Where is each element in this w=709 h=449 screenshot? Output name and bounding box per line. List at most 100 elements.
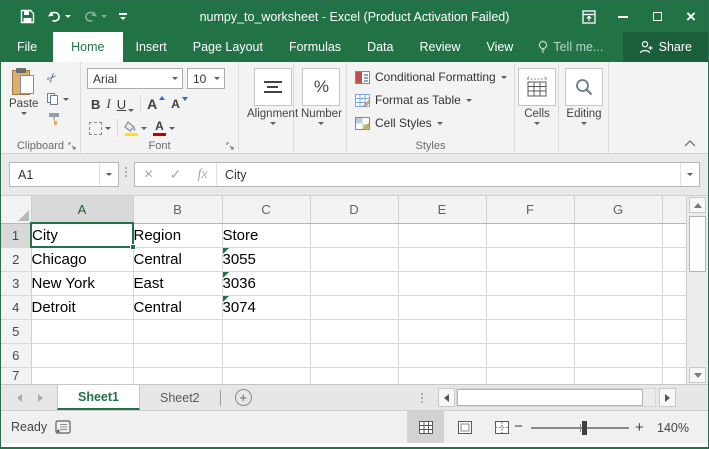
tab-view[interactable]: View (473, 32, 526, 62)
cell-C2[interactable]: 3055 (222, 247, 310, 271)
sheet-tab-sheet2[interactable]: Sheet2 (140, 385, 220, 410)
tab-home[interactable]: Home (53, 32, 122, 62)
row-header-3[interactable]: 3 (1, 271, 31, 295)
minimize-button[interactable] (606, 1, 640, 32)
row-header-7[interactable]: 7 (1, 367, 31, 384)
tell-me-box[interactable]: Tell me... (526, 32, 615, 62)
underline-button[interactable]: U (117, 97, 134, 112)
cell-A2[interactable]: Chicago (31, 247, 133, 271)
column-header-A[interactable]: A (31, 196, 133, 223)
zoom-slider[interactable] (531, 427, 629, 429)
qat-customize-button[interactable] (116, 11, 130, 22)
bold-button[interactable]: B (91, 97, 100, 112)
maximize-button[interactable] (640, 1, 674, 32)
zoom-level[interactable]: 140% (657, 421, 689, 435)
alignment-button[interactable]: Alignment (247, 68, 298, 125)
next-sheet-icon[interactable] (38, 394, 43, 402)
tab-page-layout[interactable]: Page Layout (180, 32, 276, 62)
cell-C1[interactable]: Store (222, 223, 310, 247)
close-button[interactable]: × (674, 1, 708, 32)
zoom-in-icon[interactable]: + (635, 419, 644, 436)
column-header-D[interactable]: D (310, 196, 398, 223)
cell-A4[interactable]: Detroit (31, 295, 133, 319)
column-header-E[interactable]: E (398, 196, 486, 223)
expand-formula-bar-icon[interactable] (681, 173, 699, 176)
paste-dropdown-icon[interactable] (21, 112, 27, 115)
vertical-scroll-thumb[interactable] (689, 216, 706, 272)
format-as-table-button[interactable]: Format as Table (355, 93, 472, 107)
scroll-left-icon[interactable] (438, 388, 455, 407)
redo-dropdown-icon[interactable] (101, 15, 107, 18)
column-header-F[interactable]: F (486, 196, 574, 223)
cell-A3[interactable]: New York (31, 271, 133, 295)
grow-font-button[interactable]: A (147, 96, 165, 112)
column-header-C[interactable]: C (222, 196, 310, 223)
horizontal-scrollbar[interactable] (456, 388, 656, 407)
formula-bar-resizer[interactable] (125, 167, 127, 177)
tab-insert[interactable]: Insert (123, 32, 180, 62)
macro-record-icon[interactable] (55, 420, 71, 434)
tab-scrollbar-splitter[interactable] (421, 393, 423, 403)
italic-button[interactable]: I (106, 96, 110, 112)
prev-sheet-icon[interactable] (17, 394, 22, 402)
new-sheet-button[interactable]: + (235, 389, 252, 406)
share-button[interactable]: Share (623, 32, 708, 62)
copy-button[interactable] (47, 93, 69, 105)
number-button[interactable]: % Number (301, 68, 342, 125)
row-header-2[interactable]: 2 (1, 247, 31, 271)
borders-button[interactable] (89, 122, 111, 135)
cell-A1[interactable]: City (31, 223, 133, 247)
save-icon[interactable] (17, 7, 38, 26)
tab-file[interactable]: File (1, 32, 53, 62)
sheet-tab-sheet1[interactable]: Sheet1 (57, 385, 140, 410)
shrink-font-button[interactable]: A (171, 97, 188, 111)
row-header-6[interactable]: 6 (1, 343, 31, 367)
clipboard-dialog-launcher-icon[interactable] (68, 142, 77, 151)
row-header-5[interactable]: 5 (1, 319, 31, 343)
formula-input[interactable]: City (217, 168, 680, 182)
cell-B1[interactable]: Region (133, 223, 222, 247)
row-header-4[interactable]: 4 (1, 295, 31, 319)
cut-icon[interactable]: ✂ (43, 68, 62, 87)
collapse-ribbon-icon[interactable] (684, 140, 696, 147)
cell-B2[interactable]: Central (133, 247, 222, 271)
cell-B4[interactable]: Central (133, 295, 222, 319)
enter-icon[interactable]: ✓ (162, 166, 189, 183)
tab-review[interactable]: Review (406, 32, 473, 62)
copy-dropdown-icon[interactable] (63, 98, 69, 101)
select-all-corner[interactable] (1, 196, 31, 223)
zoom-out-icon[interactable]: − (514, 418, 523, 435)
cell-C4[interactable]: 3074 (222, 295, 310, 319)
column-header-G[interactable]: G (574, 196, 662, 223)
cells-button[interactable]: Cells (518, 68, 556, 125)
cancel-icon[interactable]: × (135, 166, 162, 184)
row-header-1[interactable]: 1 (1, 223, 31, 247)
fill-color-button[interactable] (124, 121, 147, 136)
insert-function-icon[interactable]: fx (189, 167, 216, 183)
redo-button[interactable] (80, 8, 110, 25)
horizontal-scroll-thumb[interactable] (457, 389, 643, 406)
font-dialog-launcher-icon[interactable] (226, 142, 235, 151)
scroll-up-icon[interactable] (689, 197, 706, 213)
scroll-right-icon[interactable] (659, 388, 676, 407)
name-box-dropdown-icon[interactable] (106, 173, 112, 176)
format-painter-icon[interactable] (47, 112, 61, 125)
paste-button[interactable]: Paste (9, 68, 38, 115)
font-size-combo[interactable]: 10 (187, 68, 225, 89)
cell-C3[interactable]: 3036 (222, 271, 310, 295)
column-header-B[interactable]: B (133, 196, 222, 223)
editing-button[interactable]: Editing (565, 68, 603, 125)
font-color-button[interactable]: A (153, 121, 175, 136)
tab-data[interactable]: Data (354, 32, 406, 62)
underline-dropdown-icon[interactable] (128, 109, 134, 112)
zoom-slider-handle[interactable] (582, 421, 587, 435)
cell-styles-button[interactable]: Cell Styles (355, 116, 443, 130)
scroll-down-icon[interactable] (689, 367, 706, 383)
undo-dropdown-icon[interactable] (65, 15, 71, 18)
name-box[interactable]: A1 (9, 162, 119, 187)
undo-button[interactable] (44, 8, 74, 25)
vertical-scrollbar[interactable] (686, 196, 708, 384)
tab-formulas[interactable]: Formulas (276, 32, 354, 62)
cell-B3[interactable]: East (133, 271, 222, 295)
font-name-combo[interactable]: Arial (87, 68, 183, 89)
